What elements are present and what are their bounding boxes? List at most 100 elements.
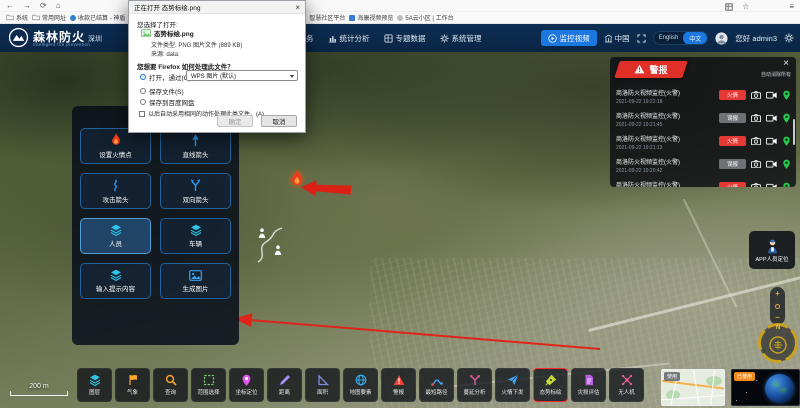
compass-control[interactable]: N	[757, 322, 799, 364]
tool-fire-dispatch[interactable]: 火情下发	[495, 368, 530, 402]
forward-icon[interactable]: →	[23, 2, 31, 10]
attack-arrow-button[interactable]: 攻击箭头	[80, 173, 151, 209]
two-way-arrow-button[interactable]: 双向箭头	[160, 173, 231, 209]
menu-item-partial[interactable]: 务	[306, 33, 314, 44]
globe-icon	[355, 374, 367, 386]
country-selector[interactable]: 中国	[604, 33, 630, 44]
clear-all-button[interactable]: 自动消除所有	[761, 71, 791, 78]
scrollbar[interactable]	[793, 119, 795, 145]
app-personnel-locate-button[interactable]: APP人员定位	[749, 231, 795, 269]
tool-spread-analysis[interactable]: 蔓延分析	[457, 368, 492, 402]
user-greeting[interactable]: 您好 admin3	[735, 33, 777, 44]
checkbox[interactable]	[139, 111, 145, 117]
avatar[interactable]	[715, 32, 728, 45]
location-pin-icon[interactable]	[782, 136, 791, 147]
tool-range-select[interactable]: 范围选择	[191, 368, 226, 402]
straight-arrow-button[interactable]: 直线箭头	[160, 128, 231, 164]
tool-layers[interactable]: 图层	[77, 368, 112, 402]
video-camera-icon[interactable]	[766, 183, 777, 187]
zoom-in-button[interactable]: +	[775, 290, 780, 298]
tool-damage-assessment[interactable]: 灾损评估	[571, 368, 606, 402]
plotted-line-arrow[interactable]	[225, 305, 615, 360]
fullscreen-icon[interactable]	[637, 34, 646, 43]
tool-drone[interactable]: 无人机	[609, 368, 644, 402]
bookmark-folder[interactable]: 常用网址	[32, 13, 66, 22]
camera-icon[interactable]	[751, 91, 761, 99]
location-pin-icon[interactable]	[782, 90, 791, 101]
menu-item-system-management[interactable]: 系统管理	[440, 33, 482, 44]
location-pin-icon[interactable]	[782, 182, 791, 187]
settings-gear-icon[interactable]	[784, 33, 794, 43]
monitor-video-button[interactable]: 监控视频	[541, 30, 597, 46]
camera-icon[interactable]	[751, 183, 761, 187]
alert-status-badge[interactable]: 火情	[719, 182, 746, 187]
camera-icon[interactable]	[751, 160, 761, 168]
reload-icon[interactable]: ⟳	[40, 2, 47, 10]
tool-weather[interactable]: 气象	[115, 368, 150, 402]
dialog-titlebar[interactable]: 正在打开 态势标绘.png	[129, 1, 305, 14]
tool-situation-plotting[interactable]: 态势标绘	[533, 368, 568, 402]
tool-query[interactable]: 查询	[153, 368, 188, 402]
language-chinese[interactable]: 中文	[683, 31, 707, 45]
radio-save-cloud[interactable]: 保存到百度网盘	[140, 97, 195, 107]
video-camera-icon[interactable]	[766, 91, 777, 99]
alert-status-badge[interactable]: 火情	[719, 136, 746, 146]
close-icon[interactable]: ×	[295, 3, 300, 12]
dialog-filename: 态势标绘.png	[154, 28, 194, 38]
radio-save-file[interactable]: 保存文件(S)	[140, 86, 184, 96]
location-pin-icon[interactable]	[782, 113, 791, 124]
set-fire-point-button[interactable]: 设置火情点	[80, 128, 151, 164]
radio-button-selected[interactable]	[140, 74, 146, 80]
radio-button[interactable]	[140, 88, 146, 94]
bookmark-item[interactable]: 智慧社区平台	[309, 13, 345, 22]
bookmark-star-icon[interactable]: ☆	[742, 2, 749, 11]
camera-icon[interactable]	[751, 137, 761, 145]
layers-icon	[110, 269, 122, 281]
language-toggle[interactable]: English 中文	[653, 31, 709, 45]
tool-distance[interactable]: 距离	[267, 368, 302, 402]
close-icon[interactable]: ×	[783, 58, 789, 69]
menu-hamburger-icon[interactable]: ≡	[789, 2, 794, 11]
home-icon[interactable]: ⌂	[56, 2, 61, 10]
street-basemap-thumbnail[interactable]: 使用	[661, 369, 725, 406]
tool-shortest-path[interactable]: 最短路径	[419, 368, 454, 402]
cancel-button[interactable]: 取消	[261, 115, 297, 127]
personnel-marker[interactable]	[258, 228, 266, 238]
alert-row: 商洛防火视频监控(火警) 2021-09-22 19:22:18 火情	[610, 85, 796, 108]
menu-item-statistics[interactable]: 统计分析	[328, 33, 370, 44]
video-camera-icon[interactable]	[766, 114, 777, 122]
tool-coordinate-locate[interactable]: 坐标定位	[229, 368, 264, 402]
radio-button[interactable]	[140, 99, 146, 105]
radio-open-with[interactable]: 打开，通过(O)	[140, 72, 191, 82]
bookmark-item[interactable]: 5A云小区 | 工作台	[397, 13, 453, 22]
alert-status-badge[interactable]: 误报	[719, 159, 746, 169]
back-icon[interactable]: ←	[6, 2, 14, 10]
vehicle-button[interactable]: 车辆	[160, 218, 231, 254]
alert-status-badge[interactable]: 火情	[719, 90, 746, 100]
bookmark-folder[interactable]: 系统	[6, 13, 28, 22]
screen: 200 m 设置火情点 直线箭头 攻击箭头 双向箭头 人员 车辆	[0, 0, 800, 408]
bookmark-item[interactable]: 海康视频预览	[349, 13, 393, 22]
open-with-dropdown[interactable]: WPS 图片 (默认)	[186, 70, 298, 81]
tool-map-elements[interactable]: 地图要素	[343, 368, 378, 402]
zoom-reset-button[interactable]	[775, 304, 780, 309]
personnel-marker[interactable]	[274, 245, 282, 255]
ok-button[interactable]: 确定	[217, 115, 253, 127]
camera-icon[interactable]	[751, 114, 761, 122]
generate-image-button[interactable]: 生成图片	[160, 263, 231, 299]
menu-item-special-data[interactable]: 专题数据	[384, 33, 426, 44]
extension-icon[interactable]	[725, 3, 733, 11]
plotted-attack-arrow[interactable]	[300, 178, 353, 200]
input-prompt-button[interactable]: 输入提示内容	[80, 263, 151, 299]
language-english[interactable]: English	[654, 35, 684, 41]
video-camera-icon[interactable]	[766, 137, 777, 145]
tool-area[interactable]: 面积	[305, 368, 340, 402]
video-camera-icon[interactable]	[766, 160, 777, 168]
globe-basemap-thumbnail[interactable]: 已使用	[731, 369, 800, 406]
location-pin-icon[interactable]	[782, 159, 791, 170]
bookmark-item[interactable]: 收款已结算 - 神盾	[70, 13, 125, 22]
zoom-out-button[interactable]: −	[775, 314, 780, 322]
tool-alert[interactable]: 警报	[381, 368, 416, 402]
alert-status-badge[interactable]: 误报	[719, 113, 746, 123]
personnel-button[interactable]: 人员	[80, 218, 151, 254]
